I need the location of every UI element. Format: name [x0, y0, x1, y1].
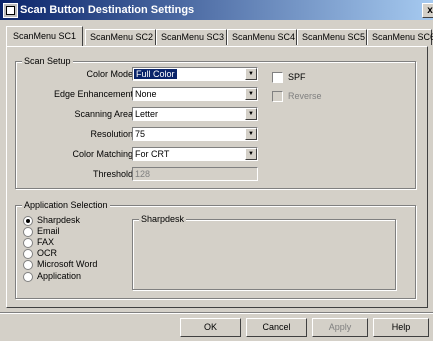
dropdown-arrow-icon[interactable]: ▼	[245, 68, 257, 80]
dropdown-arrow-icon[interactable]: ▼	[245, 108, 257, 120]
radio-application-label[interactable]: Application	[37, 271, 81, 281]
resolution-label: Resolution	[90, 129, 133, 139]
application-selection-group: Application Selection Sharpdesk Email FA…	[15, 200, 416, 299]
radio-email-label[interactable]: Email	[37, 226, 60, 236]
bottom-separator	[0, 312, 433, 314]
tab-scanmenu-sc5[interactable]: ScanMenu SC5	[297, 29, 367, 45]
threshold-field: 128	[132, 167, 258, 181]
radio-ocr-label[interactable]: OCR	[37, 248, 57, 258]
sharpdesk-detail-label: Sharpdesk	[139, 214, 187, 224]
radio-microsoft-word[interactable]	[23, 260, 33, 270]
resolution-value: 75	[135, 129, 146, 139]
color-mode-value: Full Color	[134, 69, 177, 79]
cancel-button[interactable]: Cancel	[246, 318, 307, 337]
spf-checkbox[interactable]	[272, 72, 283, 83]
color-mode-select[interactable]: Full Color ▼	[132, 67, 258, 81]
radio-fax[interactable]	[23, 238, 33, 248]
radio-application[interactable]	[23, 272, 33, 282]
apply-button: Apply	[312, 318, 368, 337]
reverse-label: Reverse	[288, 91, 322, 101]
title-bar: Scan Button Destination Settings x	[0, 0, 433, 20]
close-icon[interactable]: x	[422, 3, 433, 18]
application-selection-label: Application Selection	[22, 200, 110, 210]
spf-label[interactable]: SPF	[288, 72, 306, 82]
reverse-checkbox	[272, 91, 283, 102]
color-mode-label: Color Mode	[86, 69, 133, 79]
edge-enhancement-value: None	[135, 89, 157, 99]
threshold-label: Threshold	[92, 169, 133, 179]
color-matching-select[interactable]: For CRT ▼	[132, 147, 258, 161]
tab-scanmenu-sc6[interactable]: ScanMenu SC6	[367, 29, 433, 45]
radio-email[interactable]	[23, 227, 33, 237]
window-title: Scan Button Destination Settings	[20, 4, 195, 16]
scan-setup-group: Scan Setup Color Mode Full Color ▼ Edge …	[15, 56, 416, 189]
radio-fax-label[interactable]: FAX	[37, 237, 54, 247]
radio-microsoft-word-label[interactable]: Microsoft Word	[37, 259, 97, 269]
scanning-area-value: Letter	[135, 109, 159, 119]
tab-panel: Scan Setup Color Mode Full Color ▼ Edge …	[6, 46, 428, 308]
dropdown-arrow-icon[interactable]: ▼	[245, 88, 257, 100]
ok-button[interactable]: OK	[180, 318, 241, 337]
app-icon	[3, 3, 18, 18]
color-matching-value: For CRT	[135, 149, 170, 159]
edge-enhancement-select[interactable]: None ▼	[132, 87, 258, 101]
scanning-area-select[interactable]: Letter ▼	[132, 107, 258, 121]
scan-setup-label: Scan Setup	[22, 56, 73, 66]
radio-sharpdesk-label[interactable]: Sharpdesk	[37, 215, 80, 225]
color-matching-label: Color Matching	[72, 149, 133, 159]
tab-scanmenu-sc4[interactable]: ScanMenu SC4	[227, 29, 297, 45]
help-button[interactable]: Help	[373, 318, 429, 337]
sharpdesk-detail-group: Sharpdesk	[132, 214, 396, 290]
tab-scanmenu-sc2[interactable]: ScanMenu SC2	[85, 29, 156, 45]
scanning-area-label: Scanning Area	[74, 109, 133, 119]
tab-scanmenu-sc3[interactable]: ScanMenu SC3	[156, 29, 227, 45]
radio-sharpdesk[interactable]	[23, 216, 33, 226]
dropdown-arrow-icon[interactable]: ▼	[245, 128, 257, 140]
resolution-select[interactable]: 75 ▼	[132, 127, 258, 141]
tab-scanmenu-sc1[interactable]: ScanMenu SC1	[6, 26, 83, 46]
dropdown-arrow-icon[interactable]: ▼	[245, 148, 257, 160]
radio-ocr[interactable]	[23, 249, 33, 259]
edge-enhancement-label: Edge Enhancement	[53, 89, 133, 99]
